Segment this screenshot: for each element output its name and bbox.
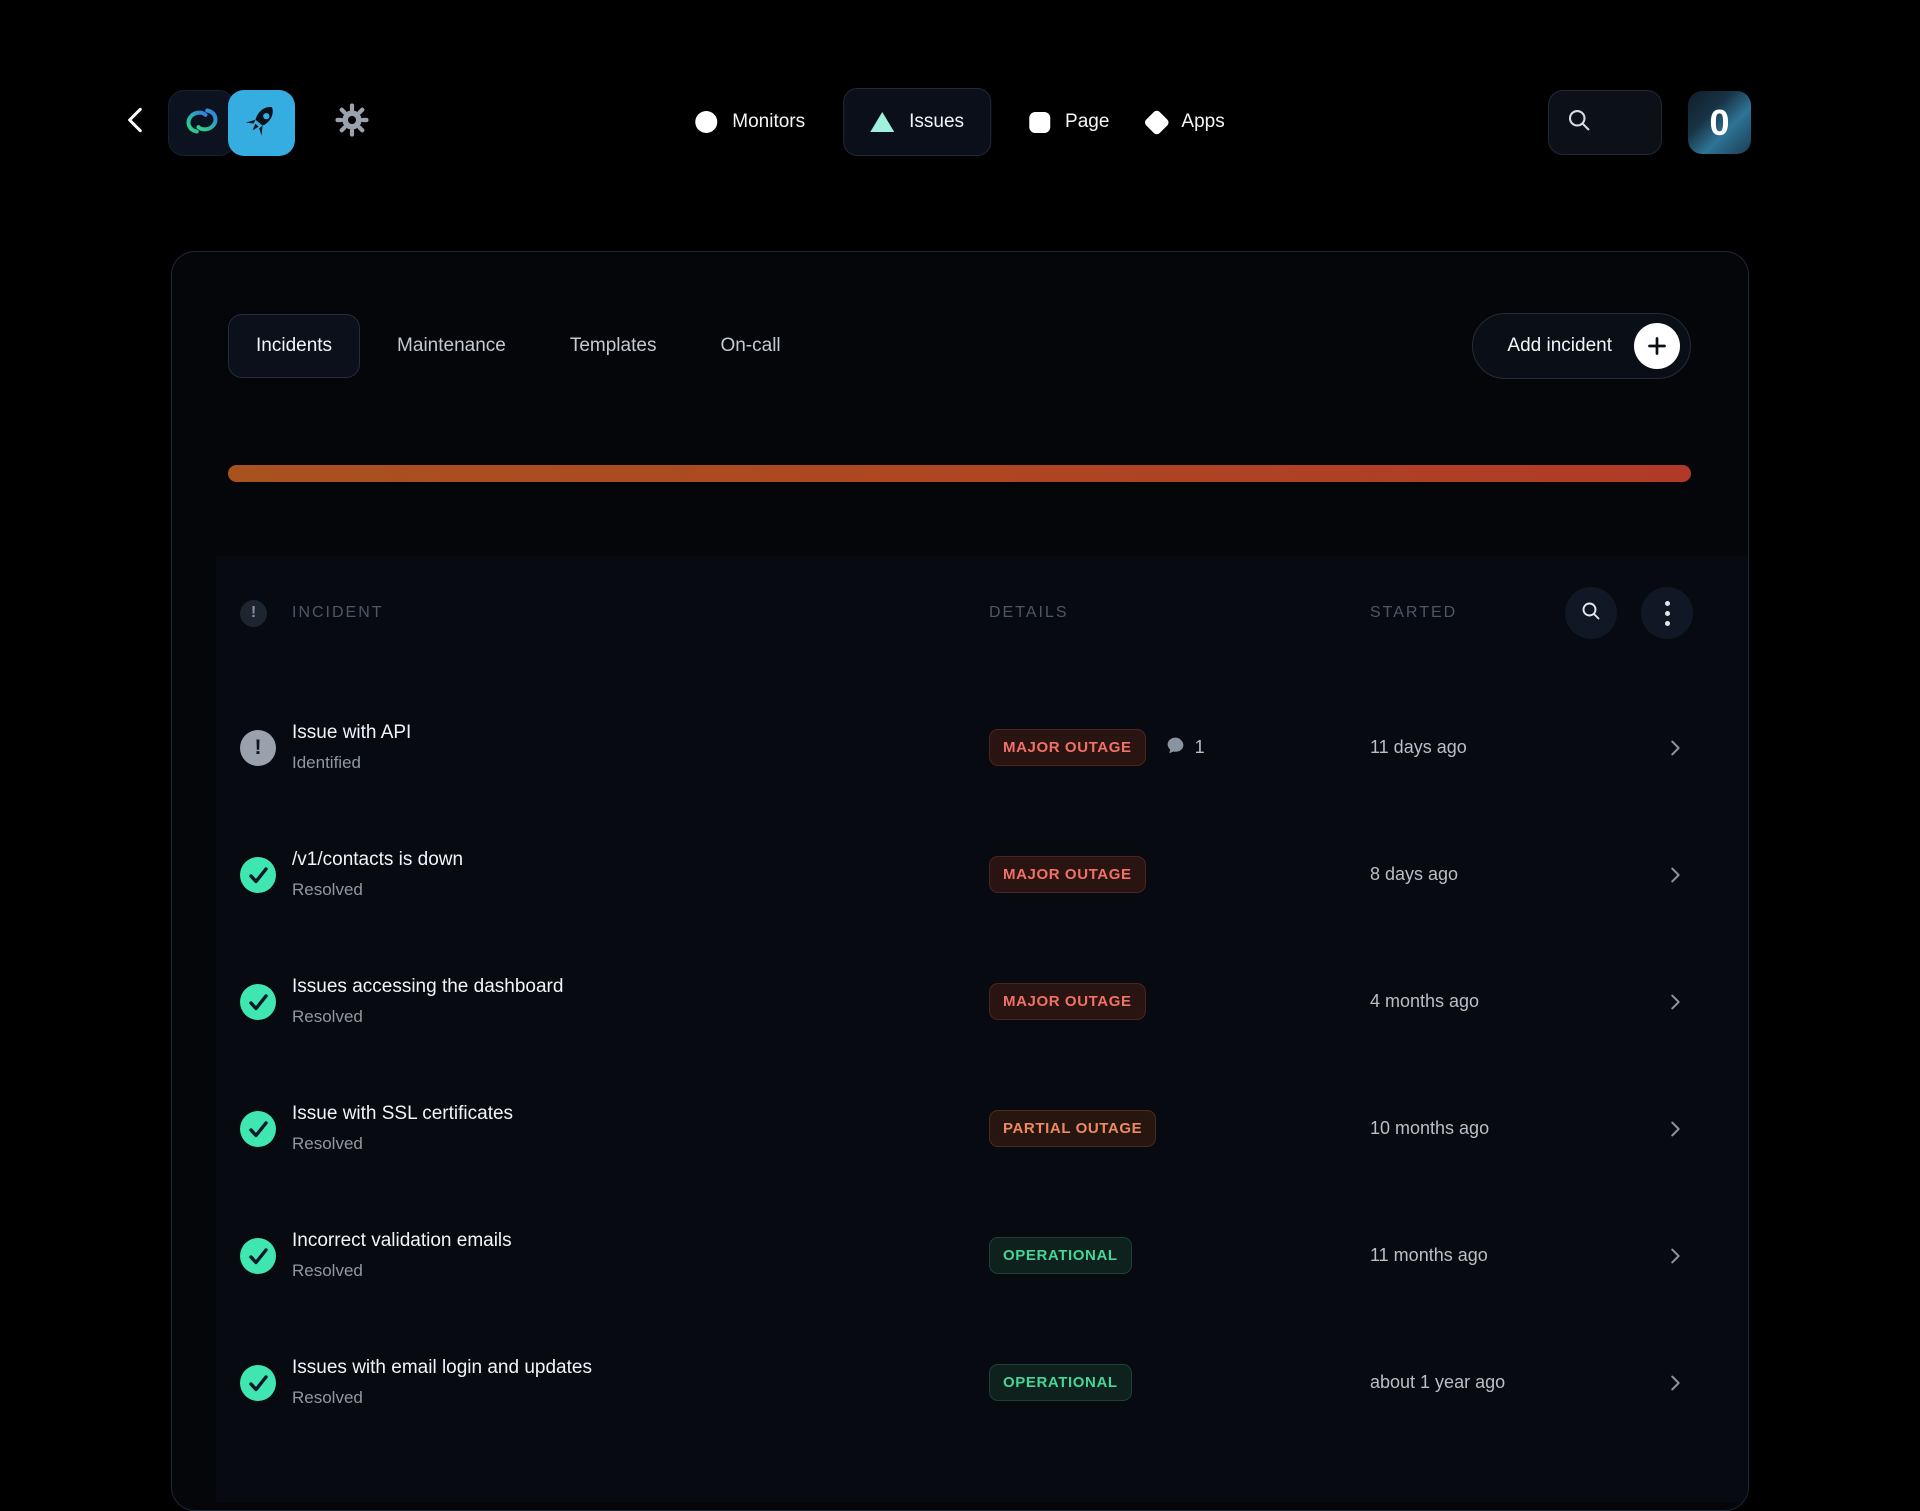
issues-triangle-icon xyxy=(870,112,895,132)
avatar-initial: 0 xyxy=(1709,101,1730,143)
tab-incidents-label: Incidents xyxy=(256,335,333,356)
started-time: 11 months ago xyxy=(1370,1245,1488,1265)
incidents-table: ! INCIDENT DETAILS STARTED ! Issue with … xyxy=(216,556,1748,1502)
tab-incidents[interactable]: Incidents xyxy=(228,314,361,378)
gear-icon xyxy=(334,102,370,143)
incident-row[interactable]: Issues with email login and updates Reso… xyxy=(216,1319,1748,1446)
row-chevron-icon[interactable] xyxy=(1655,1118,1695,1140)
nav-page-label: Page xyxy=(1065,111,1110,132)
incident-title: Issue with API xyxy=(292,722,412,743)
status-badge: OPERATIONAL xyxy=(989,1237,1132,1274)
plus-icon xyxy=(1634,323,1680,369)
incident-title: /v1/contacts is down xyxy=(292,849,464,870)
started-time: 11 days ago xyxy=(1370,737,1467,757)
header-incident: INCIDENT xyxy=(292,604,384,621)
header-details: DETAILS xyxy=(989,604,1069,621)
row-chevron-icon[interactable] xyxy=(1655,1372,1695,1394)
nav-monitors-label: Monitors xyxy=(732,111,806,132)
table-rows: ! Issue with API Identified MAJOR OUTAGE xyxy=(216,684,1748,1446)
status-gradient-bar xyxy=(228,465,1691,482)
status-badge: MAJOR OUTAGE xyxy=(989,856,1146,893)
incident-title: Issue with SSL certificates xyxy=(292,1103,514,1124)
monitors-circle-icon xyxy=(695,111,718,133)
kebab-icon xyxy=(1664,600,1670,626)
incident-status: Identified xyxy=(292,753,361,772)
incident-title: Issues with email login and updates xyxy=(292,1357,592,1378)
tab-templates-label: Templates xyxy=(569,335,657,356)
comment-count: 1 xyxy=(1165,735,1205,761)
status-badge: MAJOR OUTAGE xyxy=(989,983,1146,1020)
swirl-logo-icon xyxy=(181,100,223,147)
row-chevron-icon[interactable] xyxy=(1655,991,1695,1013)
page-square-icon xyxy=(1029,111,1051,133)
main-nav: Monitors Issues Page Apps xyxy=(695,74,1225,170)
tab-templates[interactable]: Templates xyxy=(543,314,684,378)
add-incident-label: Add incident xyxy=(1507,335,1612,356)
incident-title: Incorrect validation emails xyxy=(292,1230,512,1251)
incident-row[interactable]: Incorrect validation emails Resolved OPE… xyxy=(216,1192,1748,1319)
top-bar: Monitors Issues Page Apps 0 xyxy=(0,0,1920,245)
nav-apps-label: Apps xyxy=(1181,111,1225,132)
incident-row[interactable]: /v1/contacts is down Resolved MAJOR OUTA… xyxy=(216,811,1748,938)
check-icon xyxy=(240,1110,276,1147)
incident-status: Resolved xyxy=(292,880,363,899)
row-chevron-icon[interactable] xyxy=(1655,864,1695,886)
row-chevron-icon[interactable] xyxy=(1655,1245,1695,1267)
add-incident-button[interactable]: Add incident xyxy=(1472,313,1691,379)
avatar[interactable]: 0 xyxy=(1688,91,1751,154)
search-icon xyxy=(1565,106,1593,139)
brand-swirl-tile xyxy=(168,90,235,156)
incident-title: Issues accessing the dashboard xyxy=(292,976,564,997)
tab-oncall-label: On-call xyxy=(720,335,781,356)
check-icon xyxy=(240,1237,276,1274)
app-logo[interactable] xyxy=(168,90,295,156)
search-input[interactable] xyxy=(1548,90,1662,155)
nav-item-apps[interactable]: Apps xyxy=(1143,108,1225,136)
incidents-panel: Incidents Maintenance Templates On-call … xyxy=(171,251,1749,1511)
incident-row[interactable]: ! Issue with API Identified MAJOR OUTAGE xyxy=(216,684,1748,811)
settings-button[interactable] xyxy=(332,102,372,142)
check-icon xyxy=(240,1364,276,1401)
incident-status: Resolved xyxy=(292,1388,363,1407)
incident-row[interactable]: Issues accessing the dashboard Resolved … xyxy=(216,938,1748,1065)
started-time: 10 months ago xyxy=(1370,1118,1490,1138)
status-badge: OPERATIONAL xyxy=(989,1364,1132,1401)
incident-row[interactable]: Issue with SSL certificates Resolved PAR… xyxy=(216,1065,1748,1192)
nav-issues-label: Issues xyxy=(909,111,965,132)
started-time: 4 months ago xyxy=(1370,991,1480,1011)
table-header: ! INCIDENT DETAILS STARTED xyxy=(216,584,1748,642)
table-search-icon xyxy=(1579,599,1603,628)
check-icon xyxy=(240,856,276,893)
rocket-tile xyxy=(228,90,295,156)
rocket-icon xyxy=(240,99,284,148)
status-badge: MAJOR OUTAGE xyxy=(989,729,1146,766)
status-badge: PARTIAL OUTAGE xyxy=(989,1110,1157,1147)
table-menu-button[interactable] xyxy=(1641,587,1693,639)
started-time: about 1 year ago xyxy=(1370,1372,1506,1392)
started-time: 8 days ago xyxy=(1370,864,1459,884)
incident-header-icon: ! xyxy=(240,599,267,627)
incident-status: Resolved xyxy=(292,1134,363,1153)
nav-item-page[interactable]: Page xyxy=(1029,111,1109,133)
apps-diamond-icon xyxy=(1143,108,1171,136)
chevron-left-icon xyxy=(123,105,149,140)
tab-maintenance[interactable]: Maintenance xyxy=(370,314,533,378)
table-search-button[interactable] xyxy=(1565,587,1617,639)
incident-status: Resolved xyxy=(292,1007,363,1026)
row-chevron-icon[interactable] xyxy=(1655,737,1695,759)
warning-icon: ! xyxy=(240,729,276,766)
nav-item-issues[interactable]: Issues xyxy=(843,88,992,156)
tab-maintenance-label: Maintenance xyxy=(397,335,506,356)
tab-oncall[interactable]: On-call xyxy=(693,314,807,378)
incident-status: Resolved xyxy=(292,1261,363,1280)
check-icon xyxy=(240,983,276,1020)
comment-bubble-icon xyxy=(1165,735,1186,761)
back-button[interactable] xyxy=(118,100,154,144)
panel-tabs: Incidents Maintenance Templates On-call xyxy=(228,314,808,378)
nav-item-monitors[interactable]: Monitors xyxy=(695,111,805,133)
